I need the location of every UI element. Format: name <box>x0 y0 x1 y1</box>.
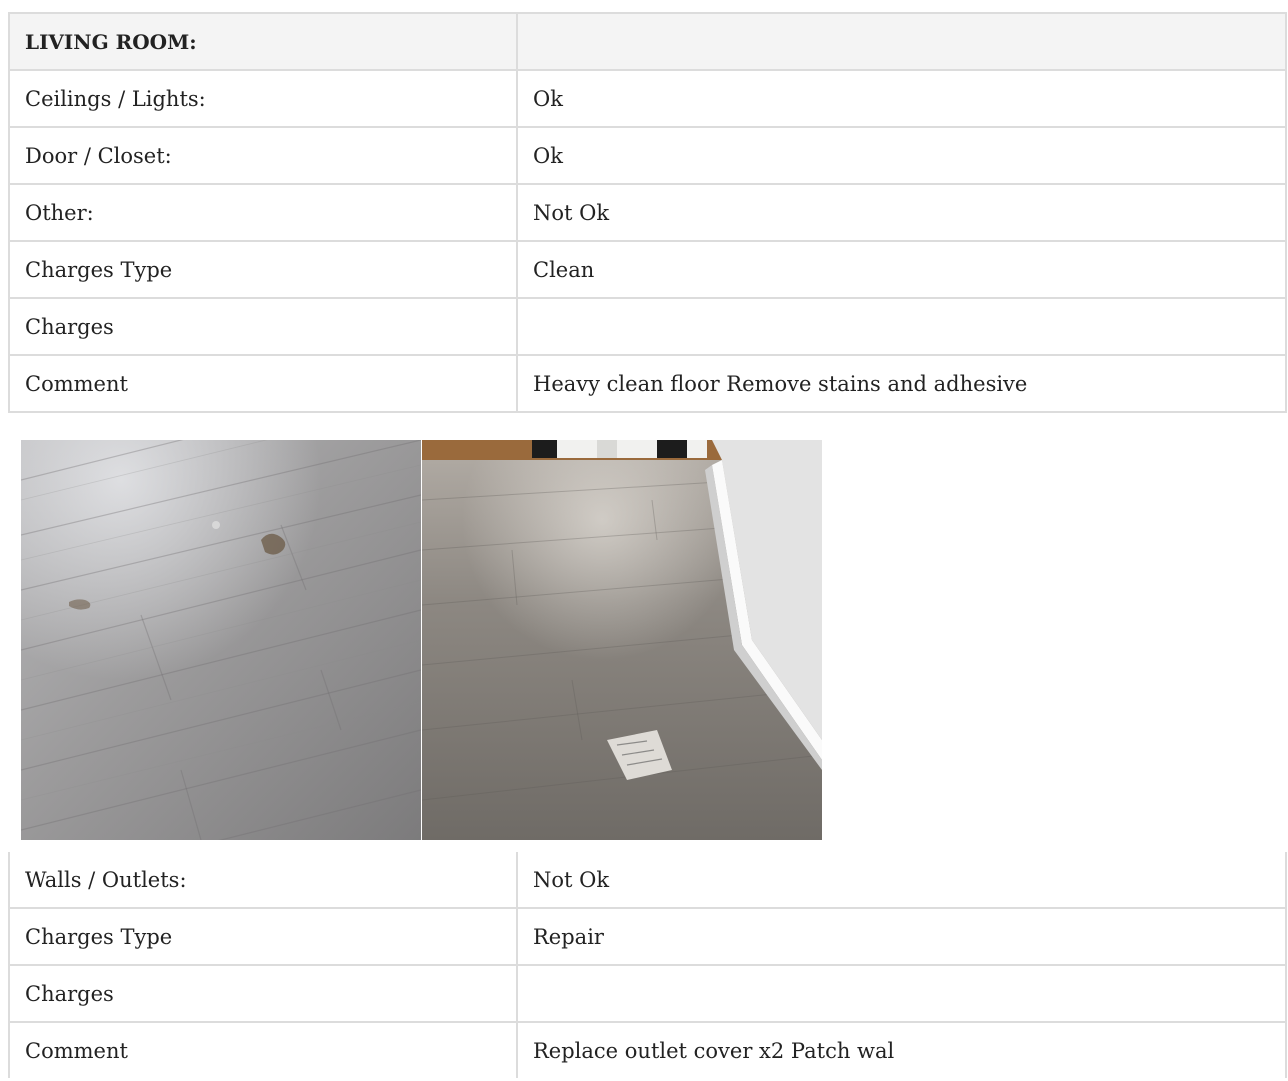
row-value: Replace outlet cover x2 Patch wal <box>516 1021 1287 1078</box>
section-header-row: LIVING ROOM: <box>8 12 1287 71</box>
table-row: Other: Not Ok <box>8 183 1287 242</box>
row-value: Not Ok <box>516 852 1287 909</box>
table-row: Charges <box>8 964 1287 1023</box>
row-label: Charges <box>8 297 518 356</box>
row-label: Walls / Outlets: <box>8 852 518 909</box>
row-label: Comment <box>8 1021 518 1078</box>
row-value: Not Ok <box>516 183 1287 242</box>
floor-photo-1-image <box>21 440 421 840</box>
section-title: LIVING ROOM: <box>8 12 518 71</box>
living-room-table-continued: Walls / Outlets: Not Ok Charges Type Rep… <box>8 852 1287 1078</box>
table-row: Comment Replace outlet cover x2 Patch wa… <box>8 1021 1287 1078</box>
row-value: Ok <box>516 69 1287 128</box>
floor-photo-1[interactable] <box>21 440 421 840</box>
living-room-table: LIVING ROOM: Ceilings / Lights: Ok Door … <box>8 12 1287 413</box>
table-row: Ceilings / Lights: Ok <box>8 69 1287 128</box>
row-value: Clean <box>516 240 1287 299</box>
row-label: Charges <box>8 964 518 1023</box>
table-row: Walls / Outlets: Not Ok <box>8 852 1287 909</box>
section-title-value <box>516 12 1287 71</box>
row-label: Charges Type <box>8 240 518 299</box>
row-value <box>516 297 1287 356</box>
table-row: Door / Closet: Ok <box>8 126 1287 185</box>
floor-photo-2[interactable] <box>422 440 822 840</box>
row-value: Repair <box>516 907 1287 966</box>
row-label: Charges Type <box>8 907 518 966</box>
row-label: Ceilings / Lights: <box>8 69 518 128</box>
row-label: Other: <box>8 183 518 242</box>
row-value: Ok <box>516 126 1287 185</box>
photo-gallery <box>21 440 822 840</box>
table-row: Charges Type Repair <box>8 907 1287 966</box>
row-value: Heavy clean floor Remove stains and adhe… <box>516 354 1287 413</box>
table-row: Comment Heavy clean floor Remove stains … <box>8 354 1287 413</box>
table-row: Charges <box>8 297 1287 356</box>
row-label: Door / Closet: <box>8 126 518 185</box>
row-label: Comment <box>8 354 518 413</box>
table-row: Charges Type Clean <box>8 240 1287 299</box>
row-value <box>516 964 1287 1023</box>
floor-photo-2-image <box>422 440 822 840</box>
